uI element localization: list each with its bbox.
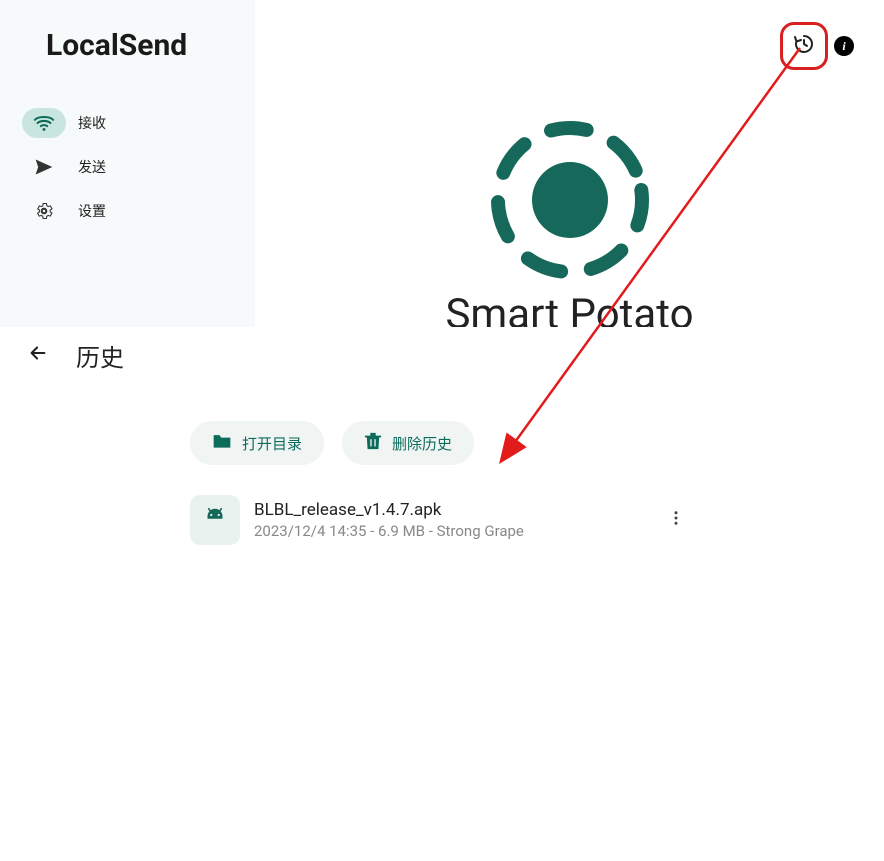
delete-history-label: 删除历史: [392, 433, 452, 454]
sidebar-item-label: 发送: [78, 157, 106, 177]
history-button[interactable]: [780, 22, 828, 70]
app-title: LocalSend: [0, 28, 255, 63]
history-title: 历史: [76, 338, 124, 373]
history-panel: 历史 打开目录 删除历史: [0, 327, 884, 861]
file-meta: 2023/12/4 14:35 - 6.9 MB - Strong Grape: [254, 522, 658, 540]
open-folder-label: 打开目录: [242, 433, 302, 454]
android-icon: [190, 495, 240, 545]
folder-icon: [212, 432, 232, 454]
sidebar-item-receive[interactable]: 接收: [0, 101, 255, 145]
delete-history-button[interactable]: 删除历史: [342, 421, 474, 465]
history-item[interactable]: BLBL_release_v1.4.7.apk 2023/12/4 14:35 …: [0, 495, 884, 545]
wifi-icon: [22, 108, 66, 138]
main-area: i Smart Potato: [255, 0, 884, 327]
sidebar-item-label: 设置: [78, 201, 106, 221]
more-button[interactable]: [658, 502, 694, 538]
send-icon: [22, 152, 66, 182]
trash-icon: [364, 431, 382, 455]
more-vert-icon: [667, 509, 685, 531]
sidebar-item-send[interactable]: 发送: [0, 145, 255, 189]
top-toolbar: i: [780, 22, 854, 70]
sidebar: LocalSend 接收 发送 设置: [0, 0, 255, 327]
action-buttons: 打开目录 删除历史: [0, 421, 884, 465]
file-info: BLBL_release_v1.4.7.apk 2023/12/4 14:35 …: [254, 500, 658, 540]
arrow-left-icon: [27, 342, 49, 368]
file-name: BLBL_release_v1.4.7.apk: [254, 500, 658, 520]
history-icon: [792, 32, 816, 60]
radar-icon: [490, 120, 650, 284]
sidebar-item-label: 接收: [78, 113, 106, 133]
sidebar-item-settings[interactable]: 设置: [0, 189, 255, 233]
info-button[interactable]: i: [834, 36, 854, 56]
gear-icon: [22, 196, 66, 226]
open-folder-button[interactable]: 打开目录: [190, 421, 324, 465]
history-header: 历史: [0, 327, 884, 383]
back-button[interactable]: [18, 335, 58, 375]
